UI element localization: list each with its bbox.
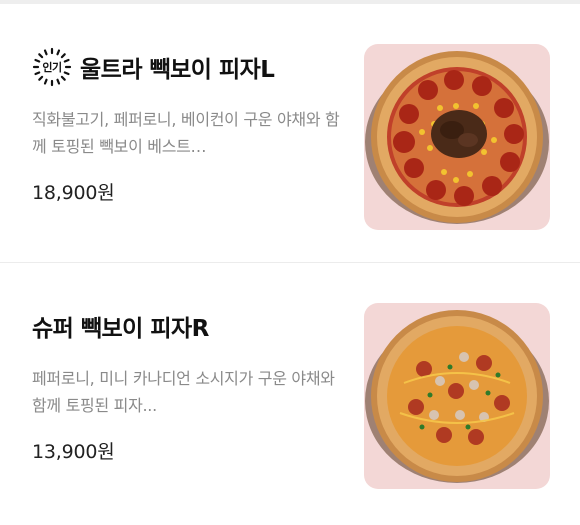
pizza-illustration <box>365 310 549 483</box>
menu-item-super-pizza[interactable]: 슈퍼 빽보이 피자R 페퍼로니, 미니 카나디언 소시지가 구운 야채와 함께 … <box>0 263 580 521</box>
pizza-bulgogi-image <box>364 44 550 230</box>
menu-title: 슈퍼 빽보이 피자R <box>32 316 209 342</box>
badge-label: 인기 <box>42 61 62 74</box>
menu-item-info: 슈퍼 빽보이 피자R 페퍼로니, 미니 카나디언 소시지가 구운 야채와 함께 … <box>32 303 342 464</box>
pizza-sausage-image <box>364 303 550 489</box>
menu-item-info: 인기 울트라 빽보이 피자L 직화불고기, 페퍼로니, 베이컨이 구운 야채와 … <box>32 44 342 205</box>
menu-price: 18,900원 <box>32 182 115 204</box>
pizza-illustration <box>365 51 549 224</box>
title-row: 슈퍼 빽보이 피자R <box>32 303 342 349</box>
menu-price: 13,900원 <box>32 441 115 463</box>
menu-description: 페퍼로니, 미니 카나디언 소시지가 구운 야채와 함께 토핑된 피자... <box>32 369 335 415</box>
menu-description: 직화불고기, 페퍼로니, 베이컨이 구운 야채와 함께 토핑된 빽보이 베스트… <box>32 110 340 156</box>
title-row: 인기 울트라 빽보이 피자L <box>32 44 342 90</box>
menu-title: 울트라 빽보이 피자L <box>80 57 275 83</box>
menu-item-ultra-pizza[interactable]: 인기 울트라 빽보이 피자L 직화불고기, 페퍼로니, 베이컨이 구운 야채와 … <box>0 4 580 262</box>
popular-badge: 인기 <box>32 47 72 87</box>
